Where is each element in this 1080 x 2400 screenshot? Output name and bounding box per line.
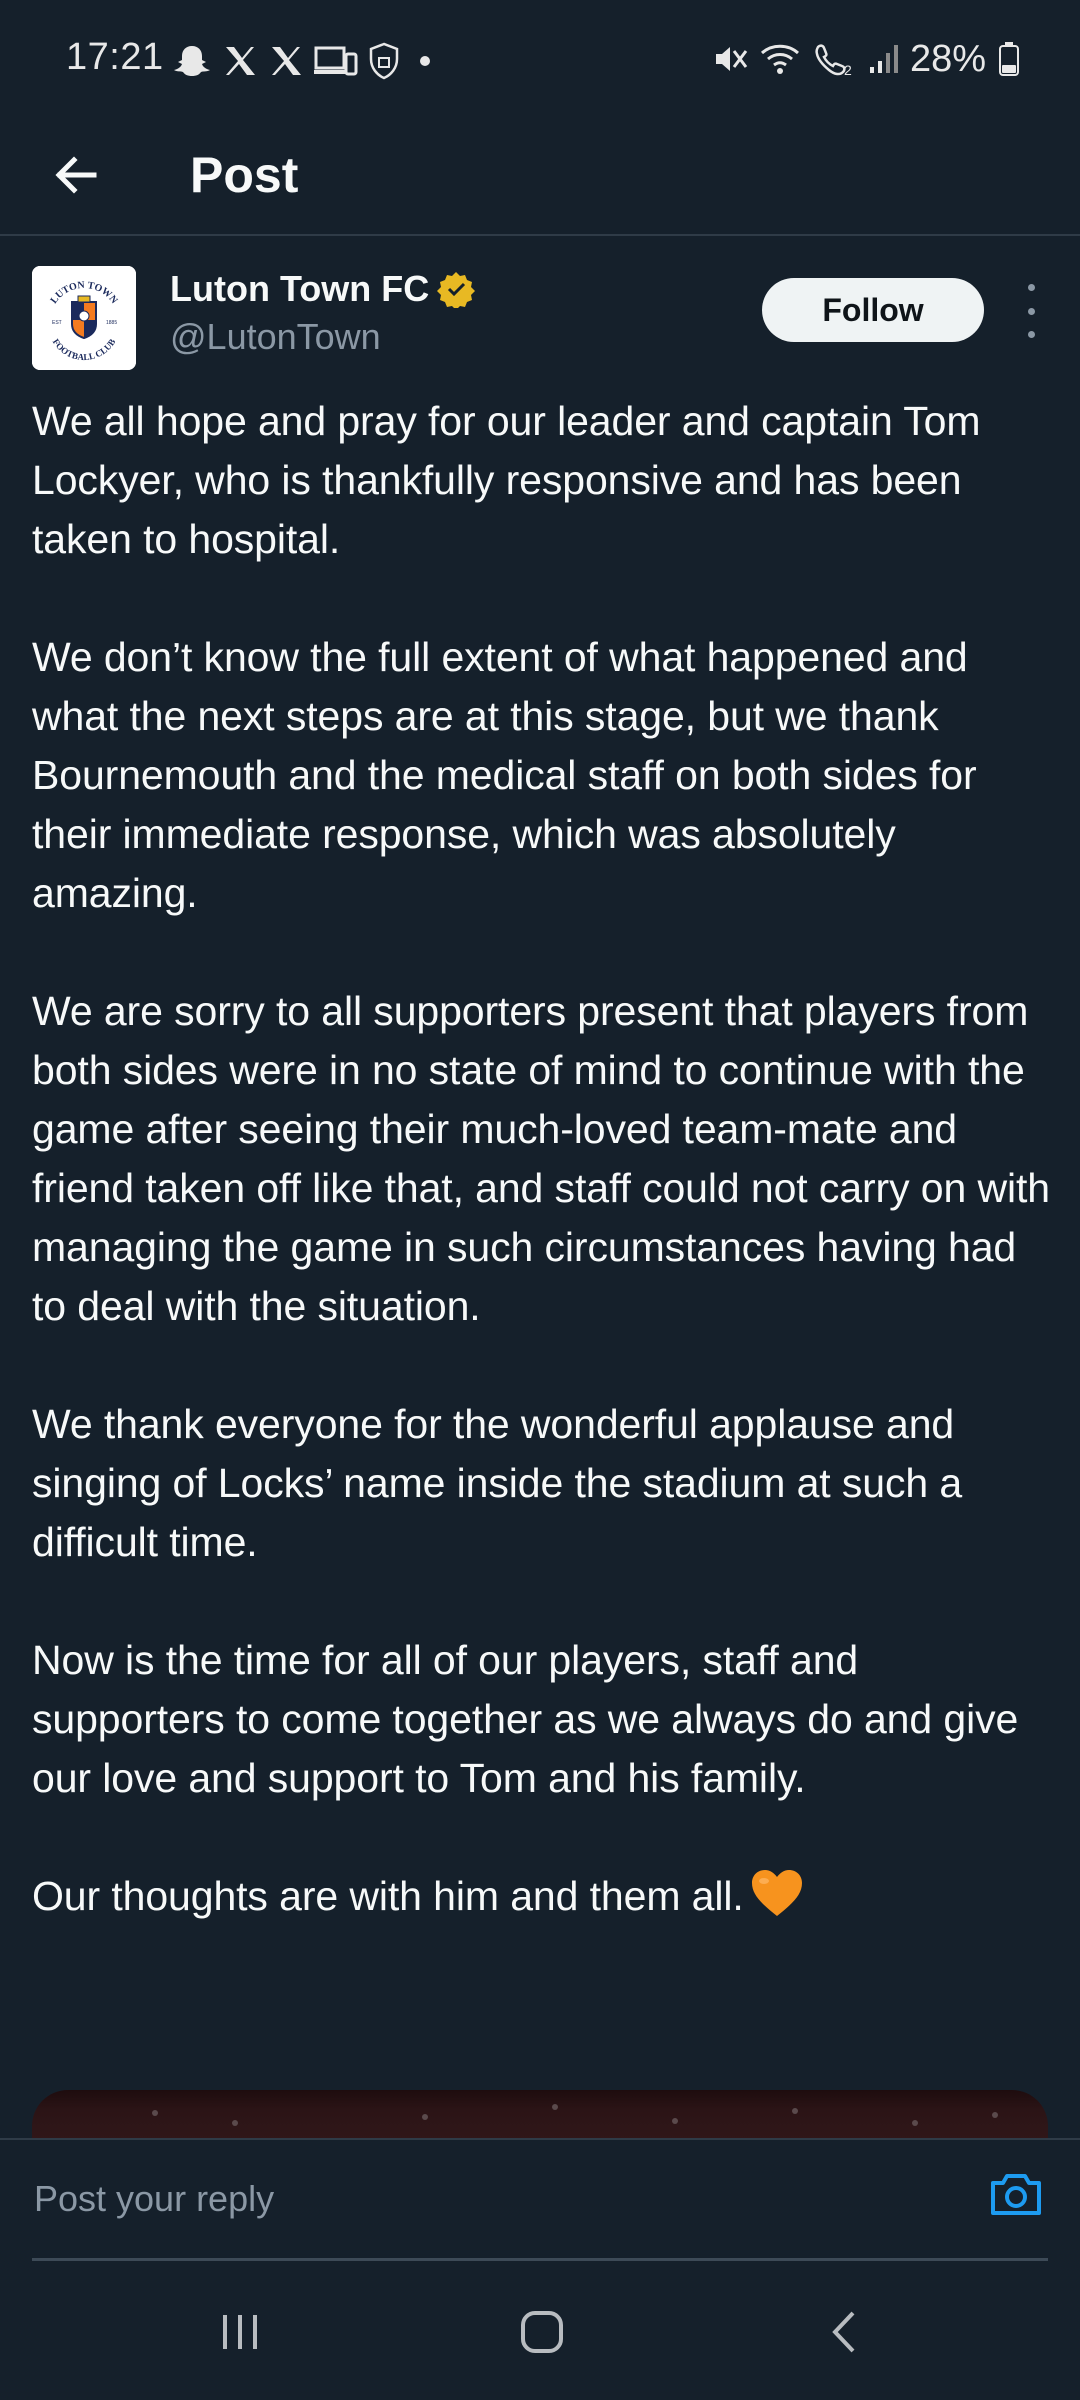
- post-paragraph-last: Our thoughts are with him and them all.: [32, 1867, 1052, 1926]
- more-dot: [1027, 307, 1035, 315]
- user-handle[interactable]: @LutonTown: [170, 316, 381, 358]
- back-button[interactable]: [40, 140, 110, 210]
- reply-composer: [0, 2138, 1080, 2264]
- post-text: We all hope and pray for our leader and …: [32, 392, 1052, 1985]
- avatar[interactable]: LUTON TOWN FOOTBALL CLUB EST 1885: [32, 266, 136, 370]
- home-button[interactable]: [492, 2292, 592, 2372]
- system-nav-bar: [0, 2262, 1080, 2400]
- display-name-row[interactable]: Luton Town FC: [170, 268, 476, 310]
- status-system-icons: 2 28%: [712, 36, 1020, 82]
- status-bar: 17:21 2 28%: [0, 0, 1080, 120]
- battery-percentage: 28%: [909, 37, 986, 80]
- status-time: 17:21: [66, 36, 164, 78]
- crowd-detail: [672, 2118, 678, 2124]
- svg-text:2: 2: [844, 62, 852, 77]
- post-paragraph: We don’t know the full extent of what ha…: [32, 634, 977, 916]
- battery-icon: [999, 42, 1019, 76]
- x-icon: [226, 47, 255, 75]
- verified-badge-icon: [437, 272, 476, 308]
- nav-back-button[interactable]: [796, 2292, 896, 2372]
- recents-icon: [223, 2315, 257, 2349]
- arrow-left-icon: [55, 156, 97, 194]
- post-paragraph: We are sorry to all supporters present t…: [32, 988, 1050, 1329]
- orange-heart-icon: [751, 1870, 802, 1916]
- reply-underline: [32, 2258, 1048, 2261]
- post-paragraph: We thank everyone for the wonderful appl…: [32, 1401, 963, 1565]
- crowd-detail: [792, 2108, 798, 2114]
- more-dot: [1027, 284, 1035, 291]
- crest-est: EST: [52, 320, 62, 326]
- devices-icon: [314, 46, 358, 76]
- display-name[interactable]: Luton Town FC: [170, 268, 429, 310]
- post-paragraph: We all hope and pray for our leader and …: [32, 398, 981, 562]
- club-crest-icon: LUTON TOWN FOOTBALL CLUB EST 1885: [32, 266, 136, 370]
- back-icon: [832, 2311, 855, 2353]
- crowd-detail: [992, 2112, 998, 2118]
- follow-button[interactable]: Follow: [762, 278, 984, 342]
- page-title: Post: [190, 147, 299, 203]
- more-dot: [1027, 331, 1035, 338]
- post-paragraph-text: Our thoughts are with him and them all.: [32, 1873, 744, 1919]
- recents-button[interactable]: [190, 2292, 290, 2372]
- snapchat-icon: [174, 46, 210, 76]
- signal-icon: [869, 45, 898, 73]
- crowd-detail: [912, 2120, 918, 2126]
- more-options-button[interactable]: [1016, 284, 1046, 338]
- post-paragraph: Now is the time for all of our players, …: [32, 1637, 1019, 1801]
- x-icon: [272, 47, 301, 75]
- wifi-icon: [760, 44, 799, 74]
- wifi-calling-icon: 2: [815, 44, 852, 77]
- crest-year: 1885: [106, 320, 117, 326]
- camera-icon: [991, 2174, 1041, 2215]
- crowd-detail: [152, 2110, 158, 2116]
- dot-icon: [420, 56, 430, 66]
- app-header: Post: [0, 120, 1080, 236]
- mute-icon: [715, 47, 748, 71]
- post-media-image[interactable]: [32, 2090, 1048, 2140]
- shield-icon: [369, 42, 399, 80]
- crowd-detail: [422, 2114, 428, 2120]
- crowd-detail: [232, 2120, 238, 2126]
- status-notification-icons: [172, 38, 440, 84]
- home-icon: [521, 2311, 563, 2353]
- camera-button[interactable]: [988, 2166, 1044, 2222]
- crowd-detail: [552, 2104, 558, 2110]
- post-author: LUTON TOWN FOOTBALL CLUB EST 1885 Luton …: [32, 266, 1048, 376]
- reply-input[interactable]: [32, 2170, 936, 2228]
